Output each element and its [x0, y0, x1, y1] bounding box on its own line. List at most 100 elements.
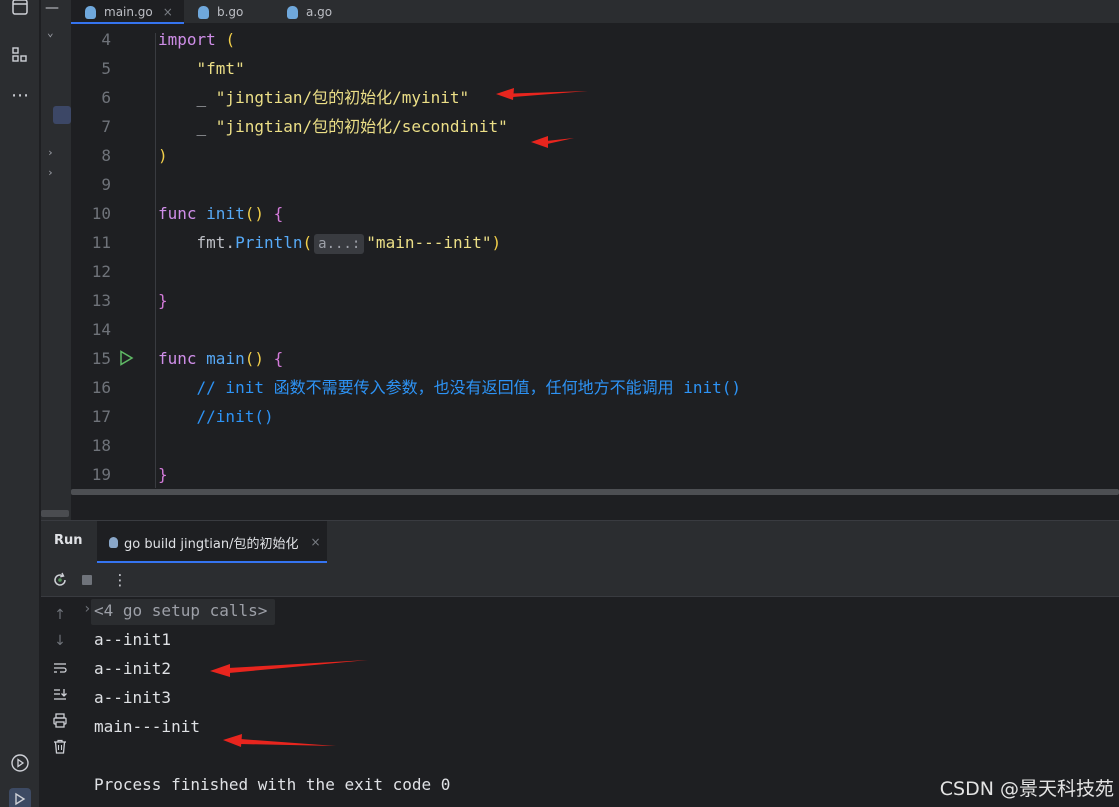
run-tab-label: go build jingtian/包的初始化 [124, 536, 299, 552]
run-config-tab[interactable]: go build jingtian/包的初始化 × [97, 521, 327, 563]
more-options-icon[interactable]: ⋮ [111, 571, 129, 589]
parameter-hint: a...: [314, 234, 365, 254]
soft-wrap-icon[interactable] [50, 658, 70, 678]
project-scrollbar[interactable] [41, 510, 69, 517]
output-line: a--init3 [94, 688, 172, 707]
editor-tabs: — main.go × b.go a.go [45, 0, 1119, 24]
output-line-setup[interactable]: <4 go setup calls> [94, 601, 267, 620]
code-text: "fmt" [158, 54, 245, 83]
code-token: } [158, 465, 168, 484]
code-line[interactable]: 15 func main() { [71, 344, 1119, 373]
code-line[interactable]: 12 [71, 257, 1119, 286]
output-line-exit: Process finished with the exit code 0 [94, 775, 451, 794]
code-text: // init 函数不需要传入参数，也没有返回值，任何地方不能调用 init() [158, 373, 742, 402]
code-editor[interactable]: 4 import (5 "fmt" 6 _ "jingtian/包的初始化/myin… [71, 25, 1119, 489]
code-token: init [206, 204, 245, 223]
code-line[interactable]: 11 fmt.Println(a...: "main---init") [71, 228, 1119, 257]
code-token: Println [235, 233, 303, 252]
close-icon[interactable]: × [310, 535, 320, 549]
watermark: CSDN @景天科技苑 [939, 778, 1114, 800]
trash-icon[interactable] [50, 736, 70, 756]
line-number: 4 [101, 30, 111, 49]
code-line[interactable]: 17 //init() [71, 402, 1119, 431]
run-gutter-icon[interactable] [118, 350, 134, 366]
code-line[interactable]: 19} [71, 460, 1119, 489]
code-line[interactable]: 16 // init 函数不需要传入参数，也没有返回值，任何地方不能调用 ini… [71, 373, 1119, 402]
code-line[interactable]: 5 "fmt" [71, 54, 1119, 83]
tab-b-go[interactable]: b.go [198, 0, 278, 24]
tab-label: main.go [104, 5, 153, 19]
run-title: Run [54, 533, 83, 548]
project-window-icon[interactable] [9, 0, 31, 18]
line-number: 12 [91, 262, 111, 281]
code-line[interactable]: 6 _ "jingtian/包的初始化/myinit" [71, 83, 1119, 112]
code-token: "jingtian/包的初始化/secondinit" [215, 117, 508, 136]
line-number: 18 [91, 436, 111, 455]
code-token: } [158, 291, 168, 310]
code-token: ) [158, 146, 168, 165]
scroll-down-icon[interactable]: ↓ [50, 631, 70, 651]
scroll-to-end-icon[interactable] [50, 684, 70, 704]
line-number: 8 [101, 146, 111, 165]
code-line[interactable]: 13} [71, 286, 1119, 315]
stop-icon[interactable] [78, 571, 96, 589]
line-number: 17 [91, 407, 111, 426]
code-text: ) [158, 141, 168, 170]
code-text: func main() { [158, 344, 283, 373]
fold-chevron-icon[interactable]: › [83, 601, 91, 617]
go-file-icon [287, 5, 298, 19]
editor-scrollbar[interactable] [71, 489, 1119, 495]
tab-a-go[interactable]: a.go [287, 0, 367, 24]
line-number: 6 [101, 88, 111, 107]
line-number: 16 [91, 378, 111, 397]
project-tree-chevron-icon[interactable]: ⌄ [47, 26, 54, 39]
code-token: ( [302, 233, 313, 252]
code-text: //init() [158, 402, 274, 431]
code-line[interactable]: 14 [71, 315, 1119, 344]
code-token: () [244, 204, 274, 223]
line-number: 11 [91, 233, 111, 252]
code-token: ) [491, 233, 502, 252]
run-window-icon[interactable] [9, 788, 31, 807]
code-line[interactable]: 4 import ( [71, 25, 1119, 54]
scroll-up-icon[interactable]: ↑ [50, 605, 70, 625]
code-token: ( [225, 30, 236, 49]
code-text: fmt.Println(a...: "main---init") [158, 228, 501, 257]
tab-main-go[interactable]: main.go × [71, 0, 184, 24]
code-line[interactable]: 10 func init() { [71, 199, 1119, 228]
output-line: main---init [94, 717, 200, 736]
code-text: _ "jingtian/包的初始化/myinit" [158, 83, 470, 112]
print-icon[interactable] [50, 710, 70, 730]
code-line[interactable]: 8) [71, 141, 1119, 170]
code-text: func init() { [158, 199, 283, 228]
minimize-icon[interactable]: — [41, 0, 63, 24]
line-number: 7 [101, 117, 111, 136]
code-line[interactable]: 9 [71, 170, 1119, 199]
code-token: { [273, 204, 284, 223]
project-tree-chevron-icon[interactable]: › [47, 166, 54, 179]
close-icon[interactable]: × [163, 5, 173, 19]
tab-label: b.go [217, 5, 244, 19]
run-tool-window: Run go build jingtian/包的初始化 × ⋮ ↑ ↓ › <4… [41, 520, 1119, 807]
project-panel: ⌄ › › [41, 0, 71, 520]
code-token: // init 函数不需要传入参数，也没有返回值，任何地方不能调用 init() [158, 378, 742, 397]
rerun-icon[interactable] [51, 571, 69, 589]
project-selected-row[interactable] [53, 106, 71, 124]
services-icon[interactable] [9, 752, 31, 774]
line-number: 14 [91, 320, 111, 339]
code-line[interactable]: 7 _ "jingtian/包的初始化/secondinit" [71, 112, 1119, 141]
code-token: "main---init" [366, 233, 492, 252]
more-tools-icon[interactable]: ⋯ [9, 84, 31, 106]
structure-icon[interactable] [9, 44, 31, 66]
code-token: _ [158, 88, 216, 107]
tab-label: a.go [306, 5, 333, 19]
line-number: 15 [91, 349, 111, 368]
code-token: _ [158, 117, 216, 136]
project-tree-chevron-icon[interactable]: › [47, 146, 54, 159]
code-line[interactable]: 18 [71, 431, 1119, 460]
code-text: } [158, 460, 168, 489]
line-number: 19 [91, 465, 111, 484]
go-file-icon [85, 5, 96, 19]
line-number: 10 [91, 204, 111, 223]
